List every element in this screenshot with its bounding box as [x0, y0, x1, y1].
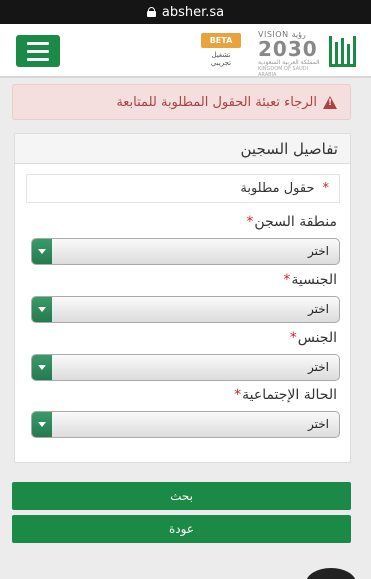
chevron-down-icon: [32, 297, 52, 322]
hamburger-line: [27, 57, 49, 61]
url-text: absher.sa: [161, 4, 225, 20]
chevron-down-icon: [32, 355, 52, 380]
required-star: *: [289, 330, 297, 346]
back-button[interactable]: عودة: [12, 515, 351, 543]
floating-action-button[interactable]: [306, 568, 356, 579]
beta-label: BETA: [201, 33, 241, 48]
required-fields-note: * حقول مطلوبة: [26, 174, 340, 203]
beta-badge: BETA تشغيل تجريبي: [201, 33, 241, 69]
panel-title: تفاصيل السجين: [15, 134, 350, 164]
nationality-value: اختر: [308, 302, 329, 316]
nationality-select[interactable]: اختر: [31, 296, 340, 323]
site-header: BETA تشغيل تجريبي VISION رؤية 2030 الممل…: [0, 24, 371, 78]
prison-region-select[interactable]: اختر: [31, 238, 340, 265]
lock-icon: [146, 7, 156, 17]
menu-button[interactable]: [16, 35, 60, 67]
validation-alert: الرجاء تعبئة الحقول المطلوبة للمتابعة: [12, 84, 351, 120]
alert-message: الرجاء تعبئة الحقول المطلوبة للمتابعة: [116, 94, 317, 110]
browser-url-bar[interactable]: absher.sa: [0, 0, 371, 24]
prison-region-value: اختر: [308, 244, 329, 258]
vision-line2: KINGDOM OF SAUDI ARABIA: [258, 66, 309, 78]
gender-value: اختر: [308, 360, 329, 374]
required-note-text: حقول مطلوبة: [240, 181, 315, 196]
prisoner-details-panel: تفاصيل السجين * حقول مطلوبة منطقة السجن*…: [14, 133, 351, 463]
hamburger-line: [27, 41, 49, 45]
marital-status-label-text: الحالة الإجتماعية: [242, 387, 337, 403]
marital-status-label: الحالة الإجتماعية*: [234, 387, 337, 403]
required-star: *: [322, 181, 330, 196]
vision-line1: المملكة العربية السعودية: [258, 59, 320, 66]
nationality-label: الجنسية*: [283, 272, 337, 288]
beta-sub: تشغيل تجريبي: [210, 51, 232, 67]
nationality-label-text: الجنسية: [291, 272, 337, 288]
chevron-down-icon: [32, 239, 52, 264]
chevron-down-icon: [32, 412, 52, 437]
gender-label-text: الجنس: [297, 330, 337, 346]
required-star: *: [283, 272, 291, 288]
search-button[interactable]: بحث: [12, 482, 351, 510]
gender-label: الجنس*: [290, 330, 337, 346]
required-star: *: [234, 387, 242, 403]
hamburger-line: [27, 49, 49, 53]
gender-select[interactable]: اختر: [31, 354, 340, 381]
vision-year: 2030: [258, 37, 318, 61]
vision-2030-logo: VISION رؤية 2030 المملكة العربية السعودي…: [258, 30, 322, 78]
absher-logo[interactable]: [325, 32, 361, 72]
marital-status-value: اختر: [308, 417, 329, 431]
prison-region-label-text: منطقة السجن: [254, 214, 337, 230]
prison-region-label: منطقة السجن*: [246, 214, 337, 230]
required-star: *: [246, 214, 254, 230]
marital-status-select[interactable]: اختر: [31, 411, 340, 438]
warning-icon: [323, 95, 337, 109]
